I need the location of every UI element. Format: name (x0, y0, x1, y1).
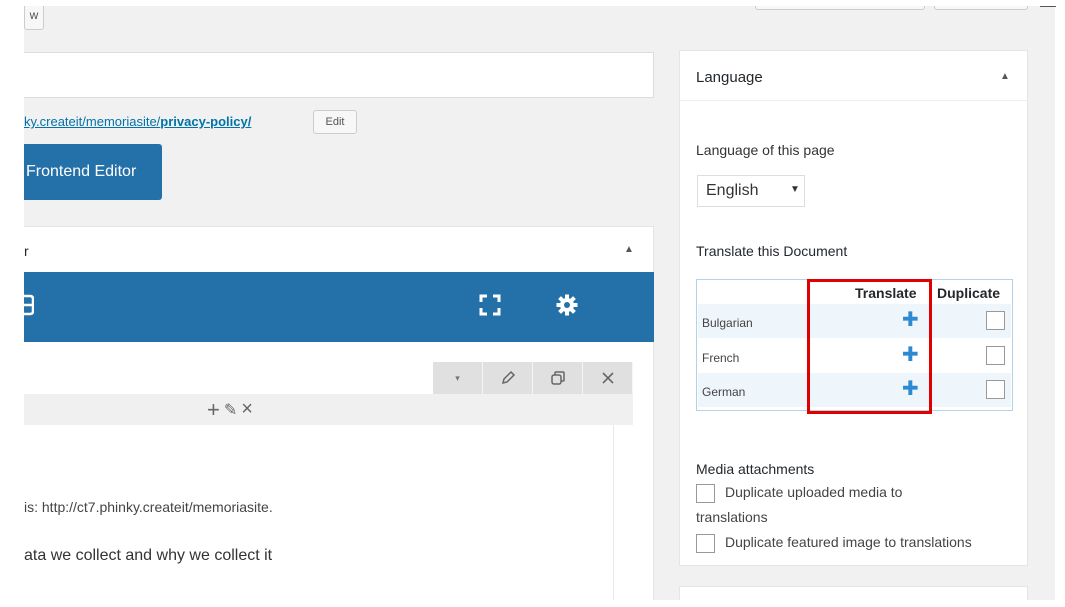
language-name: Bulgarian (702, 316, 753, 330)
language-name: French (702, 351, 740, 365)
edit-slug-label: Edit (325, 116, 345, 128)
text-block-element[interactable]: is: http://ct7.phinky.createit/memoriasi… (24, 425, 614, 600)
composer-toolbar (24, 272, 654, 342)
scroll-divider (1040, 6, 1056, 7)
duplicate-media-option[interactable]: Duplicate uploaded media to (696, 482, 902, 503)
media-attachments-label: Media attachments (696, 461, 815, 477)
row-controls: ▾ (433, 362, 633, 394)
content-line: is: http://ct7.phinky.createit/memoriasi… (24, 499, 273, 515)
row-collapse-button[interactable]: ▾ (433, 362, 483, 394)
column-controls-strip: + ✎ × (24, 394, 633, 425)
dropdown-arrow-icon: ▼ (790, 184, 800, 195)
frontend-editor-label: Frontend Editor (26, 163, 137, 180)
chevron-up-icon[interactable]: ▲ (1000, 71, 1010, 82)
admin-content-area: w ky.createit/memoriasite/privacy-policy… (24, 6, 1055, 600)
close-icon (601, 372, 614, 384)
preview-button[interactable]: w (24, 6, 44, 30)
delete-column-icon[interactable]: × (241, 398, 253, 421)
next-panel (679, 586, 1028, 600)
publish-action-button[interactable] (934, 6, 1028, 10)
duplicate-checkbox[interactable] (986, 346, 1005, 365)
content-heading: ata we collect and why we collect it (24, 547, 273, 564)
page-builder-toggle-icon[interactable]: ▲ (624, 244, 634, 255)
duplicate-featured-checkbox[interactable] (696, 533, 715, 553)
permalink-slug: privacy-policy/ (160, 114, 252, 129)
duplicate-media-checkbox[interactable] (696, 483, 715, 503)
pencil-icon (501, 370, 515, 385)
language-name: German (702, 385, 746, 399)
page-builder-title: r (24, 243, 29, 259)
language-select-value: English (706, 182, 759, 199)
row-edit-button[interactable] (483, 362, 533, 394)
row-clone-button[interactable] (533, 362, 583, 394)
fullscreen-icon[interactable] (479, 294, 501, 321)
duplicate-featured-label: Duplicate featured image to translations (725, 534, 972, 550)
preview-button-label: w (29, 8, 39, 22)
duplicate-featured-option[interactable]: Duplicate featured image to translations (696, 532, 972, 553)
language-panel-title: Language (696, 69, 763, 86)
duplicate-media-option-wrap: translations (696, 507, 768, 527)
translate-document-label: Translate this Document (696, 243, 848, 259)
duplicate-media-label-1: Duplicate uploaded media to (725, 484, 903, 500)
duplicate-checkbox[interactable] (986, 311, 1005, 330)
gear-icon[interactable] (556, 294, 578, 321)
layout-icon[interactable] (24, 294, 35, 321)
duplicate-media-label-2: translations (696, 509, 768, 525)
language-of-page-label: Language of this page (696, 142, 835, 158)
edit-slug-button[interactable]: Edit (313, 110, 357, 134)
duplicate-checkbox[interactable] (986, 380, 1005, 399)
chevron-down-icon: ▾ (455, 372, 460, 383)
highlight-box (807, 279, 932, 414)
page-builder-box: r ▲ ▾ + ✎ × is: http://ct7.phinky.create… (24, 226, 654, 600)
language-panel-header[interactable]: Language ▲ (680, 51, 1027, 101)
clone-icon (550, 371, 565, 385)
language-panel: Language ▲ Language of this page English… (679, 50, 1028, 566)
duplicate-column-header: Duplicate (937, 285, 1001, 301)
language-select[interactable]: English ▼ (697, 175, 805, 207)
frontend-editor-button[interactable]: Frontend Editor (24, 144, 162, 200)
row-delete-button[interactable] (583, 362, 633, 394)
title-input[interactable] (24, 52, 654, 98)
edit-column-icon[interactable]: ✎ (224, 400, 237, 420)
permalink-url-prefix: ky.createit/memoriasite/ (24, 114, 161, 129)
save-draft-button[interactable] (755, 6, 925, 10)
column-controls: + ✎ × (207, 398, 253, 421)
permalink-link[interactable]: ky.createit/memoriasite/privacy-policy/ (24, 114, 251, 129)
add-element-icon[interactable]: + (207, 398, 220, 421)
